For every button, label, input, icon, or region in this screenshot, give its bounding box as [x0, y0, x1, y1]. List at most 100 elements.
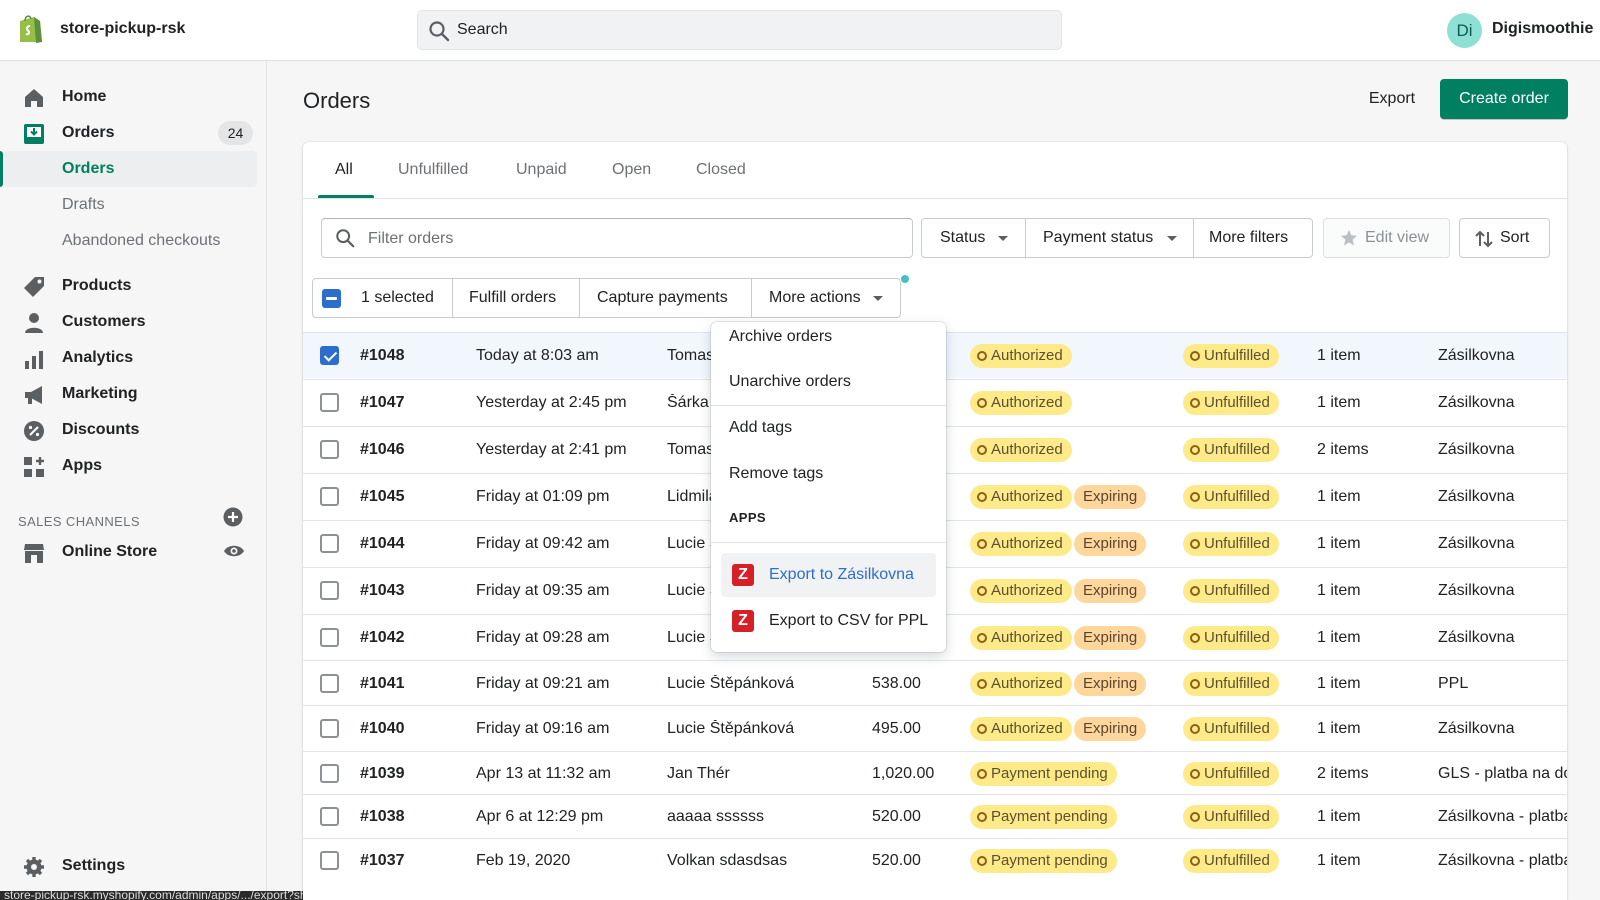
- filter-orders-input[interactable]: Filter orders: [321, 218, 913, 258]
- sidebar-item-home[interactable]: Home: [0, 79, 267, 115]
- order-total: 538.00: [872, 675, 921, 692]
- sidebar-subitem-drafts[interactable]: Drafts: [0, 187, 267, 223]
- sidebar-item-apps[interactable]: Apps: [0, 448, 267, 484]
- sidebar-subitem-label: Drafts: [62, 196, 105, 213]
- fulfill-orders-button[interactable]: Fulfill orders: [452, 278, 580, 318]
- sidebar-item-discounts[interactable]: Discounts: [0, 412, 267, 448]
- menu-item-export-csv-ppl[interactable]: Export to CSV for PPL: [721, 599, 936, 643]
- menu-item-add-tags[interactable]: Add tags: [729, 419, 792, 437]
- row-checkbox[interactable]: [320, 674, 339, 693]
- item-count: 1 item: [1317, 394, 1361, 411]
- order-total: 1,020.00: [872, 765, 935, 782]
- order-number[interactable]: #1042: [360, 629, 405, 647]
- tab-unpaid[interactable]: Unpaid: [516, 161, 567, 179]
- more-actions-button[interactable]: More actions: [751, 278, 901, 318]
- order-date: Yesterday at 2:41 pm: [476, 441, 627, 458]
- row-checkbox[interactable]: [320, 719, 339, 738]
- payment-status-badge: Authorized: [970, 391, 1072, 415]
- expiring-badge: Expiring: [1074, 717, 1147, 741]
- item-count: 2 items: [1317, 441, 1369, 458]
- row-checkbox[interactable]: [320, 487, 339, 506]
- sidebar-item-products[interactable]: Products: [0, 268, 267, 304]
- table-row[interactable]: #1041 Friday at 09:21 am Lucie Štěpánková 5…: [303, 660, 1567, 705]
- order-number[interactable]: #1041: [360, 675, 405, 693]
- user-name[interactable]: Digismoothie: [1492, 20, 1593, 38]
- status-ring-icon: [977, 445, 987, 455]
- tab-open[interactable]: Open: [612, 161, 651, 179]
- sidebar: Home Orders 24 Orders Drafts Abandoned c…: [0, 61, 267, 900]
- table-row[interactable]: #1040 Friday at 09:16 am Lucie Štěpánková 4…: [303, 705, 1567, 750]
- row-checkbox[interactable]: [320, 534, 339, 553]
- shopify-logo-icon[interactable]: [17, 13, 43, 44]
- sidebar-subitem-abandoned-checkouts[interactable]: Abandoned checkouts: [0, 223, 267, 259]
- add-sales-channel-icon[interactable]: [223, 507, 243, 527]
- table-row[interactable]: #1038 Apr 6 at 12:29 pm aaaaa ssssss 520.00…: [303, 794, 1567, 837]
- fulfillment-status-label: Unfulfilled: [1204, 720, 1270, 737]
- row-checkbox[interactable]: [320, 581, 339, 600]
- tab-closed[interactable]: Closed: [696, 161, 746, 179]
- status-ring-icon: [1190, 539, 1200, 549]
- sort-button[interactable]: Sort: [1459, 218, 1550, 258]
- sidebar-item-customers[interactable]: Customers: [0, 304, 267, 340]
- create-order-button[interactable]: Create order: [1440, 79, 1568, 119]
- status-ring-icon: [1190, 769, 1200, 779]
- tab-all[interactable]: All: [335, 161, 353, 179]
- menu-item-remove-tags[interactable]: Remove tags: [729, 465, 823, 483]
- order-number[interactable]: #1046: [360, 441, 405, 459]
- export-button[interactable]: Export: [1345, 79, 1439, 119]
- menu-item-archive-orders[interactable]: Archive orders: [729, 328, 832, 346]
- payment-status-badge: Payment pending: [970, 849, 1117, 873]
- apps-icon: [24, 457, 44, 477]
- payment-status-filter-button[interactable]: Payment status: [1025, 218, 1194, 258]
- menu-item-export-zasilkovna[interactable]: Export to Zásilkovna: [721, 553, 936, 597]
- order-date: Friday at 09:16 am: [476, 720, 610, 737]
- status-ring-icon: [977, 679, 987, 689]
- sidebar-item-marketing[interactable]: Marketing: [0, 376, 267, 412]
- fulfillment-status-badge: Unfulfilled: [1183, 762, 1279, 786]
- status-ring-icon: [1190, 679, 1200, 689]
- menu-item-unarchive-orders[interactable]: Unarchive orders: [729, 373, 851, 391]
- row-checkbox[interactable]: [320, 393, 339, 412]
- item-count: 1 item: [1317, 675, 1361, 692]
- order-number[interactable]: #1037: [360, 852, 405, 870]
- row-checkbox[interactable]: [320, 851, 339, 870]
- payment-status-label: Authorized: [991, 535, 1063, 552]
- status-filter-button[interactable]: Status: [921, 218, 1026, 258]
- menu-divider: [711, 542, 946, 543]
- table-row[interactable]: #1037 Feb 19, 2020 Volkan sdasdsas 520.00 Pa…: [303, 838, 1567, 882]
- select-all-toggle[interactable]: 1 selected: [312, 278, 453, 318]
- more-filters-button[interactable]: More filters: [1193, 218, 1313, 258]
- edit-view-button[interactable]: Edit view: [1323, 218, 1450, 258]
- row-checkbox[interactable]: [320, 764, 339, 783]
- fulfillment-status-label: Unfulfilled: [1204, 347, 1270, 364]
- payment-status-badge: Authorized: [970, 485, 1072, 509]
- eye-icon[interactable]: [223, 543, 245, 559]
- order-number[interactable]: #1043: [360, 582, 405, 600]
- delivery-method: PPL: [1438, 675, 1469, 692]
- sidebar-item-label: Orders: [62, 124, 115, 141]
- item-count: 1 item: [1317, 347, 1361, 364]
- global-search-input[interactable]: Search: [417, 10, 1062, 50]
- order-number[interactable]: #1040: [360, 720, 405, 738]
- indeterminate-checkbox[interactable]: [322, 289, 341, 308]
- row-checkbox[interactable]: [320, 807, 339, 826]
- order-number[interactable]: #1047: [360, 394, 405, 412]
- sidebar-item-analytics[interactable]: Analytics: [0, 340, 267, 376]
- capture-payments-button[interactable]: Capture payments: [579, 278, 752, 318]
- order-number[interactable]: #1048: [360, 347, 405, 365]
- order-number[interactable]: #1044: [360, 535, 405, 553]
- sidebar-subitem-orders[interactable]: Orders: [0, 151, 267, 187]
- sidebar-item-orders[interactable]: Orders 24: [0, 115, 267, 151]
- store-name[interactable]: store-pickup-rsk: [60, 20, 185, 38]
- row-checkbox[interactable]: [320, 628, 339, 647]
- order-number[interactable]: #1045: [360, 488, 405, 506]
- order-number[interactable]: #1038: [360, 808, 405, 826]
- row-checkbox[interactable]: [320, 346, 339, 365]
- row-checkbox[interactable]: [320, 440, 339, 459]
- fulfillment-status-badge: Unfulfilled: [1183, 717, 1279, 741]
- table-row[interactable]: #1039 Apr 13 at 11:32 am Jan Thér 1,020.00 P…: [303, 751, 1567, 794]
- tab-unfulfilled[interactable]: Unfulfilled: [398, 161, 468, 179]
- avatar[interactable]: Di: [1447, 13, 1482, 48]
- sidebar-item-settings[interactable]: Settings: [0, 848, 267, 884]
- order-number[interactable]: #1039: [360, 765, 405, 783]
